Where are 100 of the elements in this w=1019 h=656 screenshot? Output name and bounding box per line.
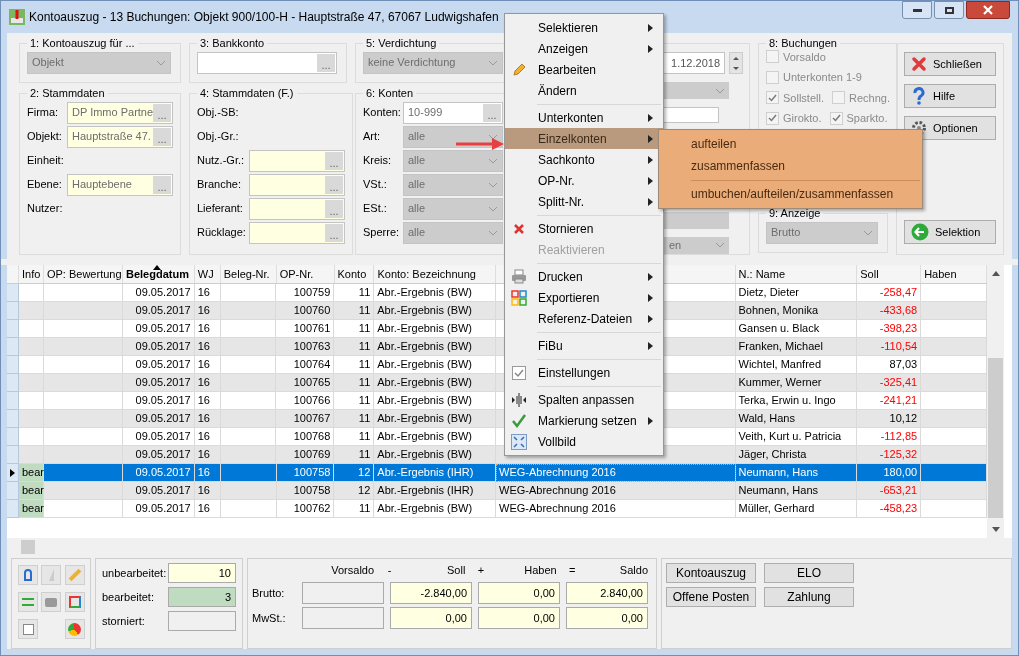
table-cell: Jäger, Christa [735,446,858,464]
menu-item[interactable]: FiBu [505,335,663,356]
count-field: 10 [168,563,236,583]
menu-item[interactable]: Spalten anpassen [505,389,663,410]
table-cell [18,302,44,320]
menu-item[interactable]: Vollbild [505,431,663,452]
checkbox-label: Girokto. [783,111,822,126]
menu-item[interactable]: Drucken [505,266,663,287]
checkbox[interactable] [766,50,779,64]
totals-header: - [386,562,393,578]
table-cell: -112,85 [857,428,922,446]
table-cell: Abr.-Ergebnis (BW) [374,392,497,410]
horizontal-scrollbar[interactable] [7,538,1012,555]
checkbox-icon[interactable] [18,619,38,639]
table-cell: 16 [194,446,221,464]
row-indicator[interactable] [7,464,19,482]
chevron-down-icon [488,181,498,188]
table-cell [921,302,987,320]
column-header[interactable]: Belegdatum [122,265,195,283]
table-cell: 11 [334,320,375,338]
table-cell: Kummer, Werner [735,374,858,392]
input-field[interactable]: ... [249,173,345,196]
group-label: 2: Stammdaten [29,86,106,101]
input-field[interactable]: ... [249,197,345,220]
pie-chart-icon[interactable] [64,619,85,639]
table-cell: 100765 [276,374,335,392]
column-header[interactable]: Beleg-Nr. [220,265,277,283]
table-cell [921,464,987,482]
close-icon[interactable] [966,1,1010,19]
table-cell: 12 [334,482,375,500]
maximize-icon[interactable] [934,1,964,19]
checkbox[interactable] [766,70,779,84]
side-button[interactable]: Hilfe [904,84,996,108]
export-grid-icon[interactable] [64,592,85,612]
table-cell: 09.05.2017 [122,428,195,446]
chevron-down-icon [863,229,873,236]
side-button[interactable]: Optionen [904,116,996,140]
menu-item[interactable]: Einstellungen [505,362,663,383]
input-field[interactable]: 10-999 ... [403,101,503,124]
input-field[interactable]: ... [197,51,337,74]
column-header[interactable]: OP-Nr. [276,265,335,283]
totals-header: + [476,562,486,578]
menu-item[interactable]: Stornieren [505,218,663,239]
checkbox-label: Vorsaldo [783,49,826,65]
field-label: Obj.-SB: [197,105,240,121]
table-cell: -258,47 [857,284,922,302]
table-cell: Dietz, Dieter [735,284,858,302]
menu-item[interactable]: Referenz-Dateien [505,308,663,329]
table-cell [220,464,277,482]
report-button[interactable]: ELO [764,563,854,583]
report-button[interactable]: Offene Posten [666,587,756,607]
spinner-icon[interactable] [729,52,743,74]
minimize-icon[interactable] [902,1,932,19]
table-cell [18,338,44,356]
table-cell [921,356,987,374]
menu-item[interactable]: Exportieren [505,287,663,308]
column-header[interactable]: OP: Bewertung [43,265,123,283]
group-label: 6: Konten [365,86,415,101]
column-header[interactable]: Info [18,265,44,283]
table-cell: Abr.-Ergebnis (BW) [374,410,497,428]
side-button[interactable]: Schließen [904,52,996,76]
menu-item[interactable]: Selektieren [505,17,663,38]
column-header[interactable]: N.: Name [735,265,858,283]
column-header[interactable]: Soll [857,265,922,283]
menu-item[interactable]: Unterkonten [505,107,663,128]
menu-item[interactable]: Einzelkonten [505,128,663,149]
input-field[interactable]: ... [249,149,345,172]
field-label: VSt.: [363,177,388,193]
input-field[interactable]: DP Immo Partne ... [67,101,173,124]
checkbox[interactable] [766,111,779,125]
count-label: storniert: [102,613,145,629]
table-cell: -125,32 [857,446,922,464]
group-label: 5: Verdichtung [365,36,438,51]
menu-item[interactable]: Ändern [505,80,663,101]
input-field[interactable]: Hauptebene ... [67,173,173,196]
table-cell [220,446,277,464]
side-button[interactable]: Selektion [904,220,996,244]
column-header[interactable]: WJ [194,265,221,283]
column-header[interactable]: Konto [334,265,375,283]
amount-field: 2.840,00 [566,582,648,604]
checkbox[interactable] [831,91,845,105]
table-cell: -325,41 [857,374,922,392]
totals-header: Soll [446,562,467,578]
input-field[interactable]: Hauptstraße 47. ... [67,125,173,148]
group-label: 9: Anzeige [768,206,822,221]
table-cell: Abr.-Ergebnis (BW) [374,302,497,320]
menu-item[interactable]: Markierung setzen [505,410,663,431]
table-cell: 11 [334,374,375,392]
table-cell: 11 [334,338,375,356]
report-button[interactable]: Zahlung [764,587,854,607]
group-label: 3: Bankkonto [199,36,266,51]
field-label: Art: [363,129,382,145]
pencil-icon[interactable] [64,565,85,585]
column-header[interactable]: Konto: Bezeichnung [374,265,497,283]
checkbox[interactable] [829,111,843,125]
checkbox[interactable] [766,91,779,105]
input-field[interactable]: ... [249,221,345,244]
field-label: Nutzer: [27,201,64,217]
table-cell: 16 [194,392,221,410]
report-button[interactable]: Kontoauszug [666,563,756,583]
